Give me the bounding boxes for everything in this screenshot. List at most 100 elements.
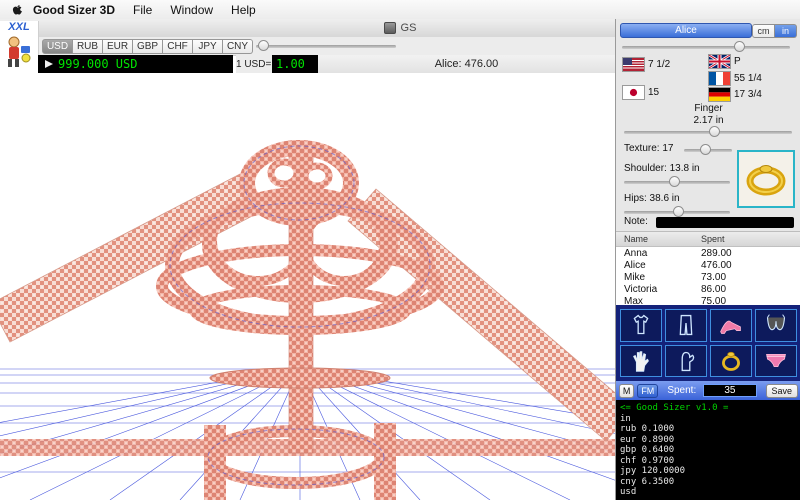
item-glove-button[interactable] [665, 345, 707, 378]
high-heel-icon [714, 312, 748, 338]
menu-bar: Good Sizer 3D File Window Help [0, 0, 800, 20]
person-slider-knob[interactable] [734, 41, 745, 52]
us-flag-icon [622, 57, 645, 72]
size-uk: P [734, 56, 741, 67]
shirt-icon [624, 312, 658, 338]
row-spent: 73.00 [701, 272, 800, 283]
row-spent: 86.00 [701, 284, 800, 295]
ring-preview-box[interactable] [737, 150, 795, 208]
texture-label: Texture: 17 [624, 143, 673, 154]
size-france: 55 1/4 [734, 73, 762, 84]
currency-rub-button[interactable]: RUB [73, 39, 103, 54]
item-hand-button[interactable] [620, 345, 662, 378]
row-spent: 289.00 [701, 248, 800, 259]
hand-icon [624, 348, 658, 374]
size-germany: 17 3/4 [734, 89, 762, 100]
finger-label: Finger [616, 103, 800, 114]
col-name: Name [616, 234, 701, 244]
item-shirt-button[interactable] [620, 309, 662, 342]
rate-slider[interactable] [256, 45, 396, 48]
spent-table: Name Spent Anna 289.00 Alice 476.00 Mike… [616, 231, 800, 308]
texture-slider-knob[interactable] [700, 144, 711, 155]
currency-gbp-button[interactable]: GBP [133, 39, 163, 54]
apple-icon[interactable] [12, 3, 23, 16]
status-bar: Alice: 476.00 [318, 55, 615, 74]
glove-icon [669, 348, 703, 374]
table-header: Name Spent [616, 232, 800, 247]
uk-flag-icon [708, 54, 731, 69]
france-flag-icon [708, 71, 731, 86]
console-line: eur 0.8900 [620, 435, 800, 446]
row-name: Mike [616, 272, 701, 283]
item-panties-button[interactable] [755, 345, 797, 378]
table-row[interactable]: Anna 289.00 [616, 247, 800, 259]
m-button[interactable]: M [619, 384, 634, 398]
currency-jpy-button[interactable]: JPY [193, 39, 223, 54]
person-slider[interactable] [622, 46, 790, 49]
finger-slider[interactable] [624, 131, 792, 134]
console-line: <= Good Sizer v1.0 = [620, 403, 800, 414]
save-button[interactable]: Save [766, 384, 798, 398]
unit-cm-button[interactable]: cm [752, 24, 775, 38]
row-name: Anna [616, 248, 701, 259]
console-output: <= Good Sizer v1.0 = in rub 0.1000 eur 0… [616, 400, 800, 500]
currency-segmented-control: USD RUB EUR GBP CHF JPY CNY [42, 39, 253, 54]
row-spent: 476.00 [701, 260, 800, 271]
panties-icon [759, 348, 793, 374]
hips-label: Hips: 38.6 in [624, 193, 680, 204]
unit-in-button[interactable]: in [775, 24, 797, 38]
spent-label: Spent: [667, 385, 696, 396]
sidebar: Alice cm in 7 1/2 P 55 1/4 [615, 19, 800, 500]
console-line: jpy 120.0000 [620, 466, 800, 477]
col-spent: Spent [701, 234, 800, 244]
item-pants-button[interactable] [665, 309, 707, 342]
texture-slider[interactable] [684, 149, 732, 152]
table-row[interactable]: Alice 476.00 [616, 259, 800, 271]
currency-usd-button[interactable]: USD [42, 39, 73, 54]
menu-file[interactable]: File [133, 3, 152, 17]
note-field[interactable] [656, 217, 794, 228]
bra-icon [759, 312, 793, 338]
rate-label: 1 USD= [236, 55, 272, 73]
item-bra-button[interactable] [755, 309, 797, 342]
menu-window[interactable]: Window [170, 3, 213, 17]
menu-help[interactable]: Help [231, 3, 256, 17]
currency-chf-button[interactable]: CHF [163, 39, 193, 54]
size-us: 7 1/2 [648, 59, 670, 70]
currency-cny-button[interactable]: CNY [223, 39, 253, 54]
person-name-bar[interactable]: Alice [620, 23, 752, 38]
spent-input[interactable]: 35 [703, 384, 756, 397]
window-app-icon [384, 22, 396, 34]
viewport-3d-scene[interactable] [0, 73, 615, 500]
console-line: in [620, 414, 800, 425]
hips-slider[interactable] [624, 211, 730, 214]
currency-eur-button[interactable]: EUR [103, 39, 133, 54]
table-row[interactable]: Victoria 86.00 [616, 283, 800, 295]
table-row[interactable]: Mike 73.00 [616, 271, 800, 283]
fm-button[interactable]: FM [637, 384, 658, 398]
balance-display: 999.000 USD [38, 55, 233, 73]
console-line: usd [620, 487, 800, 498]
item-ring-button[interactable] [710, 345, 752, 378]
rate-display: 1.00 [272, 55, 318, 73]
figure-disc [210, 368, 390, 388]
row-name: Victoria [616, 284, 701, 295]
japan-flag-icon [622, 85, 645, 100]
xxl-logo-art [2, 34, 36, 68]
xxl-logo-text: XXL [0, 21, 38, 34]
item-high-heel-button[interactable] [710, 309, 752, 342]
window-title: GS [401, 22, 417, 34]
console-line: chf 0.9700 [620, 456, 800, 467]
pointer-icon [44, 59, 54, 69]
finger-slider-knob[interactable] [709, 126, 720, 137]
shoulder-slider[interactable] [624, 181, 730, 184]
shoulder-slider-knob[interactable] [669, 176, 680, 187]
finger-value: 2.17 in [616, 115, 800, 126]
ring-icon [714, 348, 748, 374]
console-line: cny 6.3500 [620, 477, 800, 488]
console-line: rub 0.1000 [620, 424, 800, 435]
row-name: Alice [616, 260, 701, 271]
control-row: M FM Spent: 35 Save [616, 381, 800, 400]
hips-slider-knob[interactable] [673, 206, 684, 217]
menu-app-name[interactable]: Good Sizer 3D [33, 3, 115, 17]
